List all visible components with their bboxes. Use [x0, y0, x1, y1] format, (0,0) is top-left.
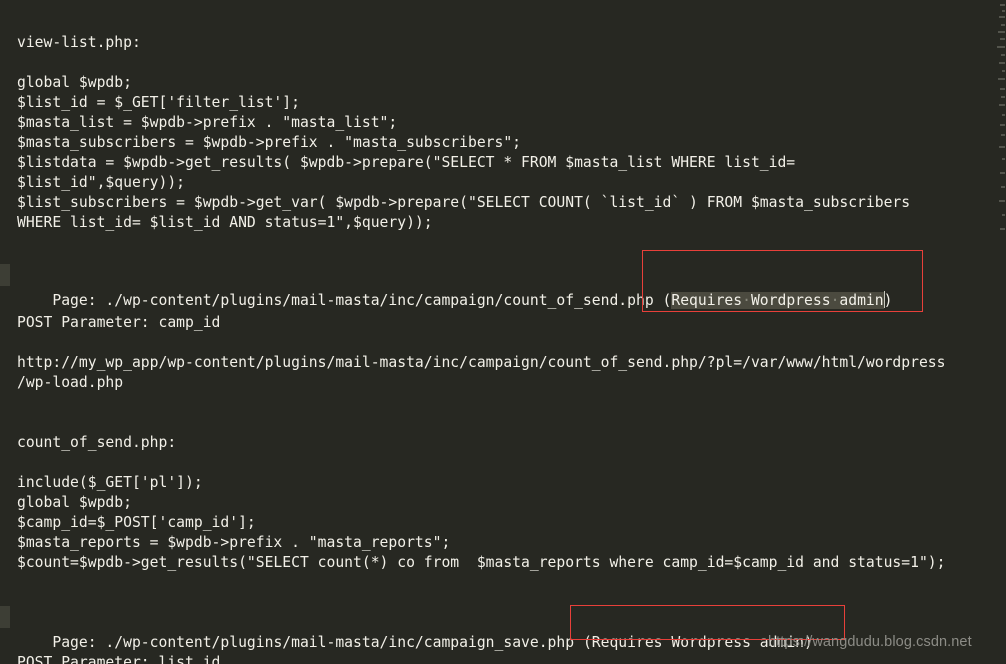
code-line[interactable]: $listdata = $wpdb->get_results( $wpdb->p…	[17, 153, 795, 173]
minimap-line-mark	[999, 62, 1005, 64]
minimap-line-mark	[999, 200, 1005, 202]
gutter-change-marker	[0, 264, 10, 286]
code-line[interactable]: global $wpdb;	[17, 73, 132, 93]
minimap-line-mark	[1000, 4, 1005, 6]
watermark-url: https://wangdudu.blog.csdn.net	[768, 634, 972, 650]
minimap-line-mark	[1000, 88, 1005, 90]
code-line[interactable]: $masta_list = $wpdb->prefix . "masta_lis…	[17, 113, 397, 133]
code-line[interactable]: view-list.php:	[17, 33, 141, 53]
code-line[interactable]: $masta_subscribers = $wpdb->prefix . "ma…	[17, 133, 521, 153]
page-line-campaign-save[interactable]: Page: ./wp-content/plugins/mail-masta/in…	[17, 613, 812, 651]
code-line[interactable]: count_of_send.php:	[17, 433, 176, 453]
minimap-line-mark	[1001, 24, 1005, 26]
minimap-line-mark	[1002, 70, 1005, 72]
code-line[interactable]: include($_GET['pl']);	[17, 473, 203, 493]
page-line-1-prefix: Page: ./wp-content/plugins/mail-masta/in…	[52, 292, 663, 309]
minimap-line-mark	[1000, 38, 1005, 40]
minimap-line-mark	[1000, 124, 1005, 126]
code-line[interactable]: global $wpdb;	[17, 493, 132, 513]
code-line[interactable]: WHERE list_id= $list_id AND status=1",$q…	[17, 213, 433, 233]
minimap-line-mark	[997, 46, 1005, 48]
code-line[interactable]: /wp-load.php	[17, 373, 123, 393]
code-line[interactable]: $camp_id=$_POST['camp_id'];	[17, 513, 256, 533]
code-line[interactable]: POST Parameter: list_id	[17, 653, 220, 664]
minimap-line-mark	[1002, 114, 1005, 116]
code-line[interactable]: POST Parameter: camp_id	[17, 313, 220, 333]
minimap-line-mark	[998, 31, 1005, 33]
page-line-2-prefix: Page: ./wp-content/plugins/mail-masta/in…	[52, 634, 583, 651]
code-editor-viewport[interactable]: view-list.php: global $wpdb; $list_id = $_…	[0, 0, 1006, 664]
minimap-line-mark	[1001, 96, 1005, 98]
minimap-line-mark	[1001, 134, 1005, 136]
code-line[interactable]: $list_subscribers = $wpdb->get_var( $wpd…	[17, 193, 910, 213]
minimap-line-mark	[998, 78, 1005, 80]
minimap-line-mark	[1002, 158, 1005, 160]
gutter-change-marker	[0, 606, 10, 628]
code-line[interactable]: $masta_reports = $wpdb->prefix . "masta_…	[17, 533, 450, 553]
selected-word: admin	[839, 292, 884, 309]
selected-word: Requires	[671, 292, 743, 309]
minimap-line-mark	[1001, 54, 1005, 56]
minimap-line-mark	[999, 16, 1005, 18]
selected-word: Wordpress	[750, 292, 831, 309]
minimap-line-mark	[999, 146, 1005, 148]
selected-text-requires-wordpress-admin[interactable]: Requires·Wordpress·admin	[671, 292, 884, 309]
code-line[interactable]: $list_id = $_GET['filter_list'];	[17, 93, 300, 113]
minimap-line-mark	[1000, 228, 1005, 230]
minimap-scrollbar[interactable]	[995, 0, 1006, 664]
minimap-line-mark	[999, 104, 1005, 106]
minimap-line-mark	[1002, 214, 1005, 216]
page-line-count-of-send[interactable]: Page: ./wp-content/plugins/mail-masta/in…	[17, 271, 892, 309]
code-line[interactable]: $list_id",$query));	[17, 173, 185, 193]
whitespace-dot: ·	[742, 292, 751, 309]
code-line[interactable]: http://my_wp_app/wp-content/plugins/mail…	[17, 353, 945, 373]
page-line-1-close-paren: )	[883, 292, 893, 309]
minimap-line-mark	[1000, 172, 1005, 174]
minimap-line-mark	[1001, 186, 1005, 188]
code-line[interactable]: $count=$wpdb->get_results("SELECT count(…	[17, 553, 945, 573]
minimap-line-mark	[1002, 10, 1005, 12]
